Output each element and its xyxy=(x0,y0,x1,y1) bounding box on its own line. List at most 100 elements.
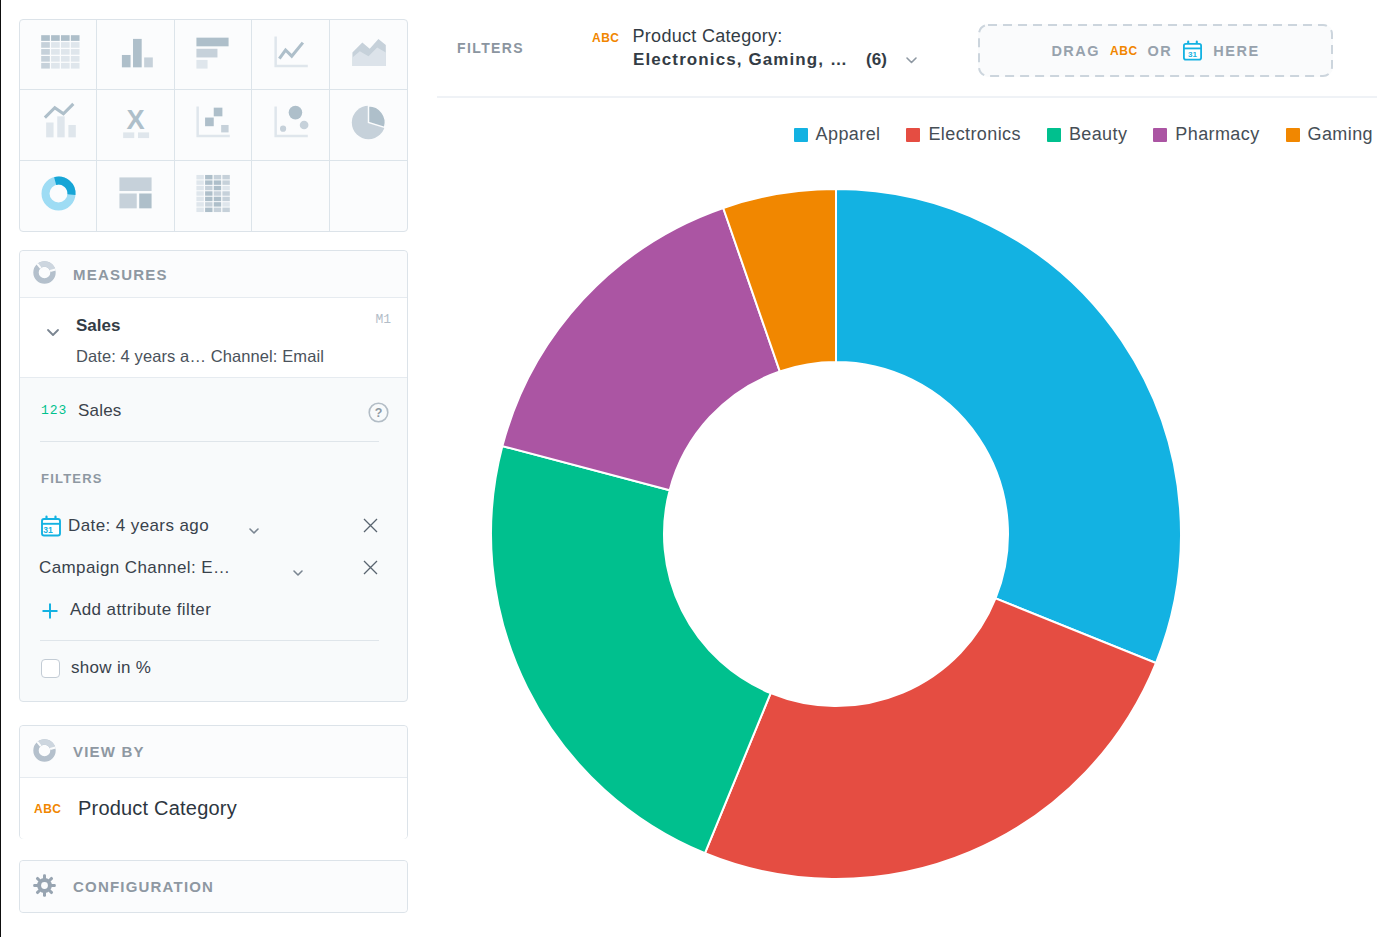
chart-type-column[interactable] xyxy=(97,20,174,90)
treemap-chart-icon xyxy=(112,170,159,221)
filter-bar-label: FILTERS xyxy=(457,40,524,56)
column-chart-icon xyxy=(112,29,159,80)
legend-label-pharmacy: Pharmacy xyxy=(1175,124,1259,145)
legend-label-electronics: Electronics xyxy=(928,124,1020,145)
divider xyxy=(40,441,379,442)
measures-panel: MEASURES Sales M1 Date: 4 years a… Chann… xyxy=(19,250,408,702)
line-chart-icon xyxy=(267,29,314,80)
chart-type-bubble[interactable] xyxy=(252,90,329,160)
chart-type-bar[interactable] xyxy=(175,20,252,90)
legend-label-beauty: Beauty xyxy=(1069,124,1127,145)
metric-label: Sales xyxy=(78,401,122,421)
legend-swatch-gaming xyxy=(1286,128,1300,142)
measures-header-label: MEASURES xyxy=(73,266,168,283)
product-category-filter-chip[interactable]: ABC Product Category: Electronics, Gamin… xyxy=(592,26,918,70)
chart-type-pie[interactable] xyxy=(330,90,407,160)
donut-chart xyxy=(486,184,1186,884)
show-in-percent-row[interactable]: show in % xyxy=(20,649,407,694)
measure-item-sales[interactable]: Sales M1 Date: 4 years a… Channel: Email xyxy=(20,298,407,378)
attribute-filter-label: Campaign Channel: E… xyxy=(39,558,230,578)
plus-icon xyxy=(41,602,59,624)
date-filter-row[interactable]: 31 Date: 4 years ago xyxy=(20,506,407,548)
donut-slice-beauty[interactable] xyxy=(491,446,771,853)
help-icon[interactable]: ? xyxy=(368,402,389,427)
dropzone-drag-label: DRAG xyxy=(1051,43,1100,59)
chart-legend: Apparel Electronics Beauty Pharmacy Gaming xyxy=(794,124,1373,145)
legend-item-beauty[interactable]: Beauty xyxy=(1047,124,1127,145)
configuration-header-label: CONFIGURATION xyxy=(73,878,214,895)
donut-bucket-icon xyxy=(32,738,57,766)
chart-type-heatmap[interactable] xyxy=(175,161,252,231)
legend-label-gaming: Gaming xyxy=(1308,124,1373,145)
chart-type-donut[interactable] xyxy=(20,161,97,231)
date-filter-label: Date: 4 years ago xyxy=(68,516,209,536)
headline-chart-icon: X xyxy=(112,99,159,150)
heatmap-chart-icon xyxy=(189,170,236,221)
svg-text:31: 31 xyxy=(43,525,53,535)
window-left-edge xyxy=(0,0,1,937)
legend-swatch-apparel xyxy=(794,128,808,142)
attribute-type-badge: ABC xyxy=(1110,44,1138,58)
combo-chart-icon xyxy=(35,99,82,150)
chevron-down-icon[interactable] xyxy=(46,323,60,341)
legend-label-apparel: Apparel xyxy=(816,124,881,145)
chart-type-empty-cell xyxy=(252,161,329,231)
legend-item-apparel[interactable]: Apparel xyxy=(794,124,881,145)
view-by-item[interactable]: ABC Product Category xyxy=(20,778,407,839)
configuration-panel: CONFIGURATION xyxy=(19,860,408,913)
filters-section-label: FILTERS xyxy=(41,471,103,486)
measure-tag: M1 xyxy=(375,312,391,327)
measure-title: Sales xyxy=(76,316,120,336)
measures-header[interactable]: MEASURES xyxy=(20,251,407,298)
legend-item-electronics[interactable]: Electronics xyxy=(906,124,1020,145)
dropzone-or-label: OR xyxy=(1148,43,1173,59)
view-by-panel: VIEW BY ABC Product Category xyxy=(19,725,408,839)
chevron-down-icon xyxy=(292,563,304,581)
attribute-type-badge: ABC xyxy=(34,802,62,816)
attribute-filter-row[interactable]: Campaign Channel: E… xyxy=(20,548,407,590)
chart-type-grid: X xyxy=(19,19,408,232)
gear-icon xyxy=(32,873,57,901)
top-bar-divider xyxy=(437,96,1377,98)
table-chart-icon xyxy=(35,29,82,80)
chart-type-area[interactable] xyxy=(330,20,407,90)
add-attribute-filter-button[interactable]: Add attribute filter xyxy=(20,590,407,632)
legend-item-gaming[interactable]: Gaming xyxy=(1286,124,1373,145)
chart-type-headline[interactable]: X xyxy=(97,90,174,160)
chart-type-scatter[interactable] xyxy=(175,90,252,160)
numeric-type-badge: 123 xyxy=(41,403,67,418)
show-in-percent-checkbox[interactable] xyxy=(41,659,60,678)
divider xyxy=(40,640,379,641)
pie-chart-icon xyxy=(345,99,392,150)
bubble-chart-icon xyxy=(267,99,314,150)
donut-slice-electronics[interactable] xyxy=(705,598,1156,879)
bar-chart-icon xyxy=(189,29,236,80)
svg-text:X: X xyxy=(127,104,145,135)
chart-type-empty-cell xyxy=(330,161,407,231)
filter-chip-values: Electronics, Gaming, … xyxy=(633,50,848,70)
chart-type-line[interactable] xyxy=(252,20,329,90)
chevron-down-icon xyxy=(248,521,260,539)
dropzone-here-label: HERE xyxy=(1213,43,1259,59)
configuration-header[interactable]: CONFIGURATION xyxy=(20,861,407,912)
filter-chip-count: (6) xyxy=(866,50,887,70)
remove-date-filter-icon[interactable] xyxy=(362,517,379,538)
chart-type-combo[interactable] xyxy=(20,90,97,160)
donut-slice-apparel[interactable] xyxy=(836,189,1181,663)
metric-row[interactable]: 123 Sales ? xyxy=(20,378,407,441)
show-in-percent-label: show in % xyxy=(71,658,151,678)
filter-chip-title: Product Category: xyxy=(633,26,783,47)
donut-chart-icon xyxy=(35,170,82,221)
scatter-chart-icon xyxy=(189,99,236,150)
legend-swatch-pharmacy xyxy=(1153,128,1167,142)
legend-swatch-beauty xyxy=(1047,128,1061,142)
legend-item-pharmacy[interactable]: Pharmacy xyxy=(1153,124,1259,145)
filter-dropzone[interactable]: DRAG ABC OR 31 HERE xyxy=(978,24,1333,77)
remove-attribute-filter-icon[interactable] xyxy=(362,559,379,580)
area-chart-icon xyxy=(345,29,392,80)
chart-type-treemap[interactable] xyxy=(97,161,174,231)
measure-subtitle: Date: 4 years a… Channel: Email xyxy=(76,347,324,366)
chart-type-table[interactable] xyxy=(20,20,97,90)
view-by-header[interactable]: VIEW BY xyxy=(20,726,407,778)
view-by-header-label: VIEW BY xyxy=(73,743,145,760)
